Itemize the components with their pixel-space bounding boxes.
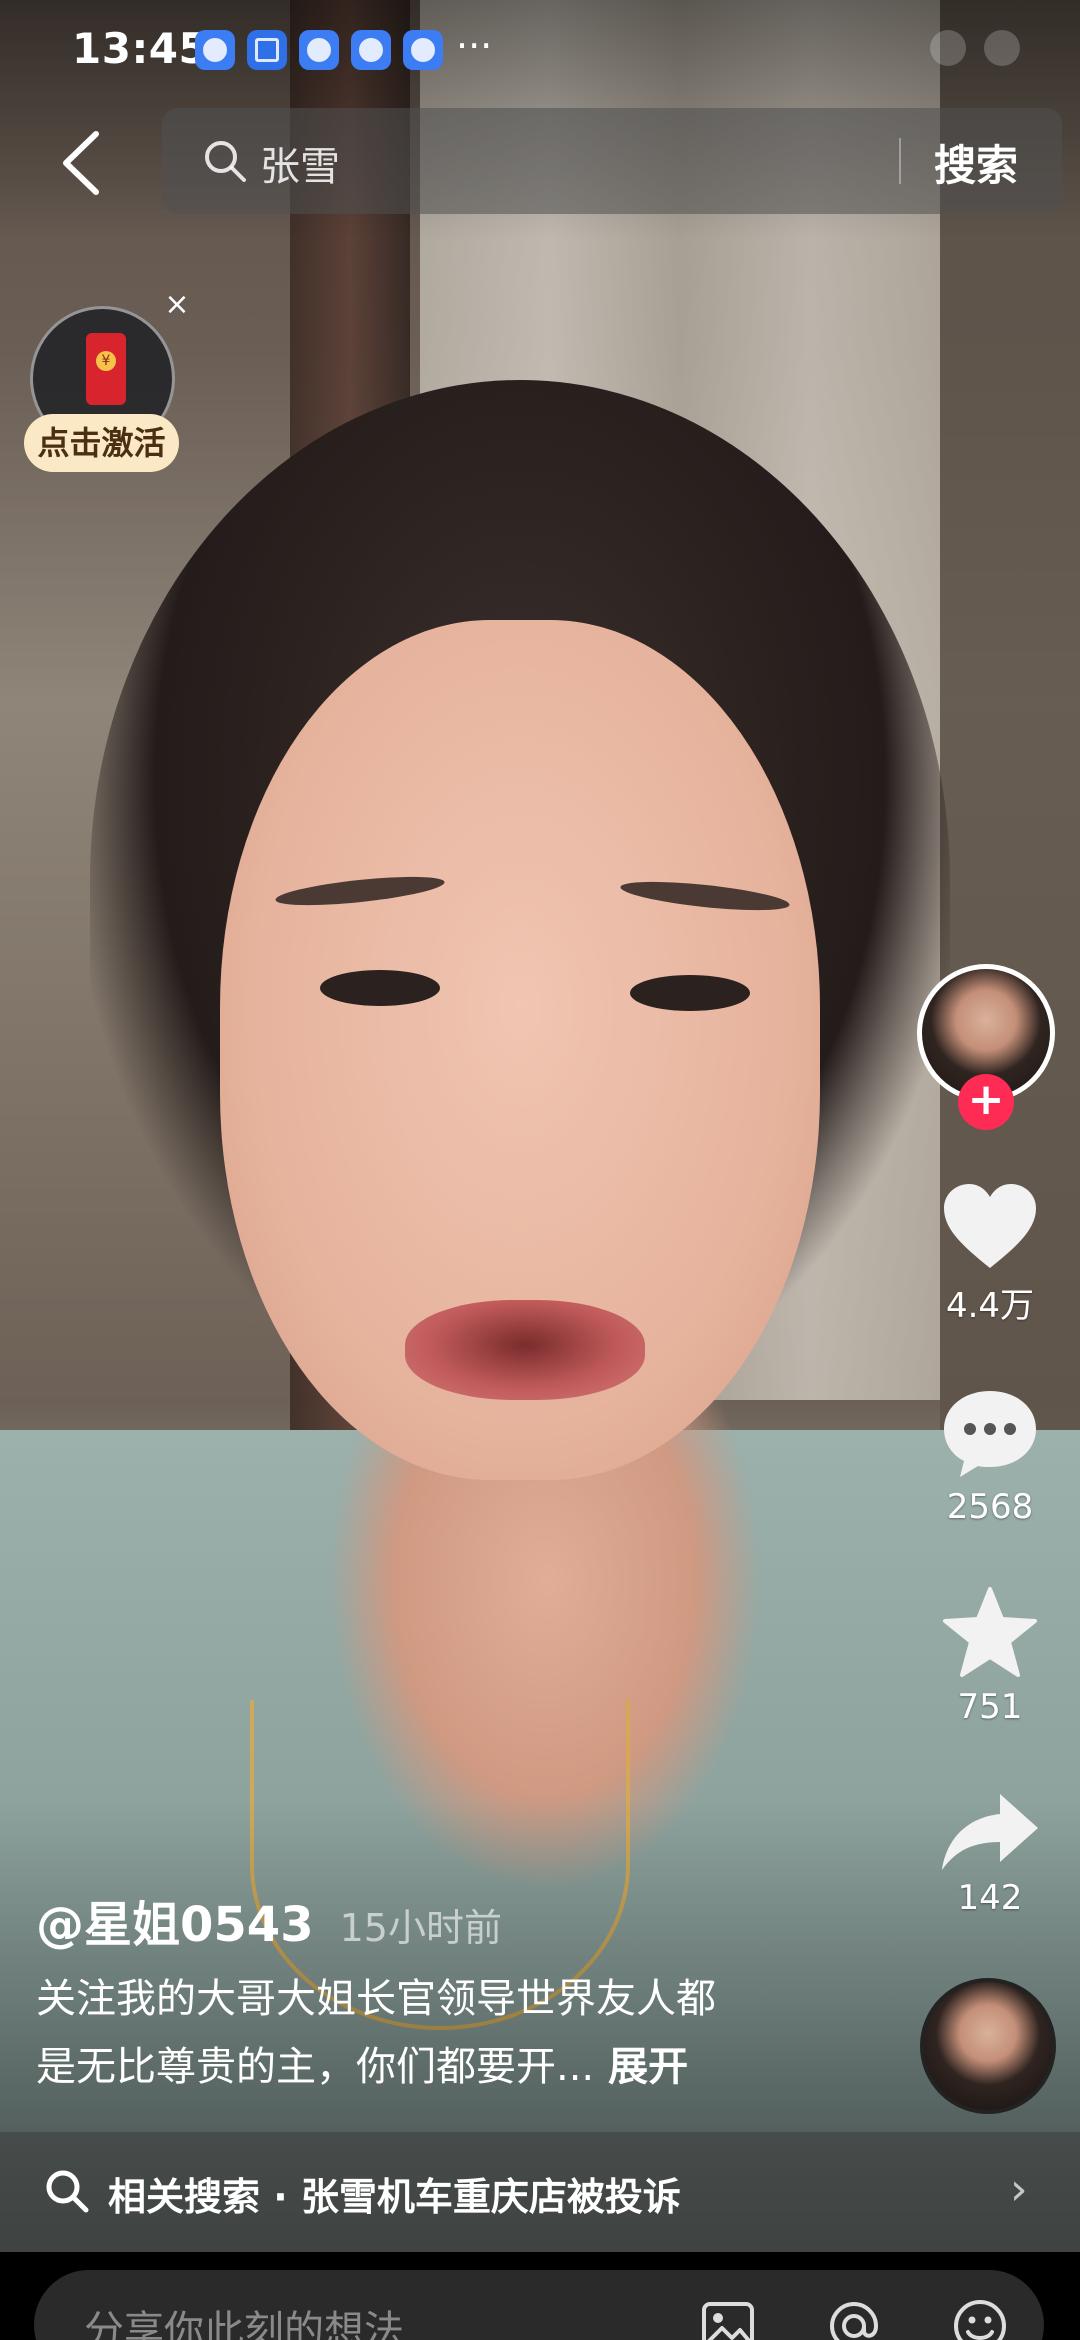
search-icon — [205, 141, 246, 182]
share-button[interactable]: 142 — [918, 1790, 1062, 1918]
notification-icons — [195, 30, 443, 70]
search-icon — [46, 2170, 89, 2213]
app-notification-icon — [299, 30, 339, 70]
like-count: 4.4万 — [945, 1286, 1035, 1326]
post-caption[interactable]: 关注我的大哥大姐长官领导世界友人都 是无比尊贵的主，你们都要开... 展开 — [36, 1965, 836, 2101]
app-notification-icon — [195, 30, 235, 70]
caption-line: 关注我的大哥大姐长官领导世界友人都 — [36, 1976, 716, 2022]
follow-button[interactable]: + — [958, 1074, 1014, 1130]
comment-button[interactable]: 2568 — [918, 1385, 1062, 1527]
app-notification-icon — [247, 30, 287, 70]
status-time: 13:45 — [72, 24, 209, 73]
search-input[interactable]: 张雪 搜索 — [162, 108, 1062, 214]
comment-count: 2568 — [946, 1487, 1034, 1527]
related-search-bar[interactable]: 相关搜索 · 张雪机车重庆店被投诉 › — [0, 2132, 1080, 2252]
system-status-icons — [640, 30, 1020, 70]
related-search-text: 相关搜索 · 张雪机车重庆店被投诉 — [108, 2175, 681, 2219]
comment-icon — [944, 1391, 1036, 1477]
app-notification-icon — [403, 30, 443, 70]
packet-close-icon[interactable]: × — [162, 290, 192, 320]
person-eye-left — [320, 970, 440, 1006]
share-arrow-icon — [942, 1794, 1038, 1870]
search-query[interactable]: 张雪 — [260, 134, 340, 192]
status-bar: 13:45 ··· — [0, 0, 1080, 100]
search-button[interactable]: 搜索 — [934, 132, 1018, 193]
red-envelope-icon — [86, 333, 126, 405]
chevron-left-icon — [63, 131, 99, 195]
image-icon[interactable] — [698, 2296, 758, 2340]
at-mention-icon[interactable] — [824, 2296, 884, 2340]
author-name[interactable]: @星姐0543 — [36, 1885, 314, 1955]
favorite-count: 751 — [957, 1687, 1023, 1727]
back-button[interactable] — [52, 128, 112, 198]
battery-icon — [984, 30, 1020, 66]
person-eye-right — [630, 975, 750, 1011]
expand-button[interactable]: 展开 — [608, 2044, 688, 2090]
emoji-icon[interactable] — [950, 2296, 1010, 2340]
search-divider — [899, 138, 901, 184]
favorite-button[interactable]: 751 — [918, 1585, 1062, 1727]
caption-line-2: 是无比尊贵的主，你们都要开... 展开 — [36, 2033, 836, 2101]
person-mouth — [405, 1300, 645, 1400]
heart-icon — [944, 1184, 1036, 1268]
star-icon — [943, 1587, 1037, 1677]
caption-line: 是无比尊贵的主，你们都要开... — [36, 2044, 595, 2090]
comment-input[interactable]: 分享你此刻的想法 — [34, 2270, 1044, 2340]
status-more-icon: ··· — [456, 24, 493, 68]
author-row: @星姐0543 15小时前 — [36, 1885, 502, 1955]
chevron-right-icon: › — [1010, 2164, 1028, 2215]
music-disc-avatar[interactable] — [920, 1978, 1056, 2114]
signal-icon — [930, 30, 966, 66]
app-notification-icon — [351, 30, 391, 70]
red-packet-activate-button[interactable]: 点击激活 — [24, 414, 179, 472]
like-button[interactable]: 4.4万 — [918, 1180, 1062, 1327]
comment-placeholder: 分享你此刻的想法 — [84, 2308, 404, 2340]
share-count: 142 — [957, 1878, 1023, 1918]
post-time: 15小时前 — [339, 1906, 502, 1950]
